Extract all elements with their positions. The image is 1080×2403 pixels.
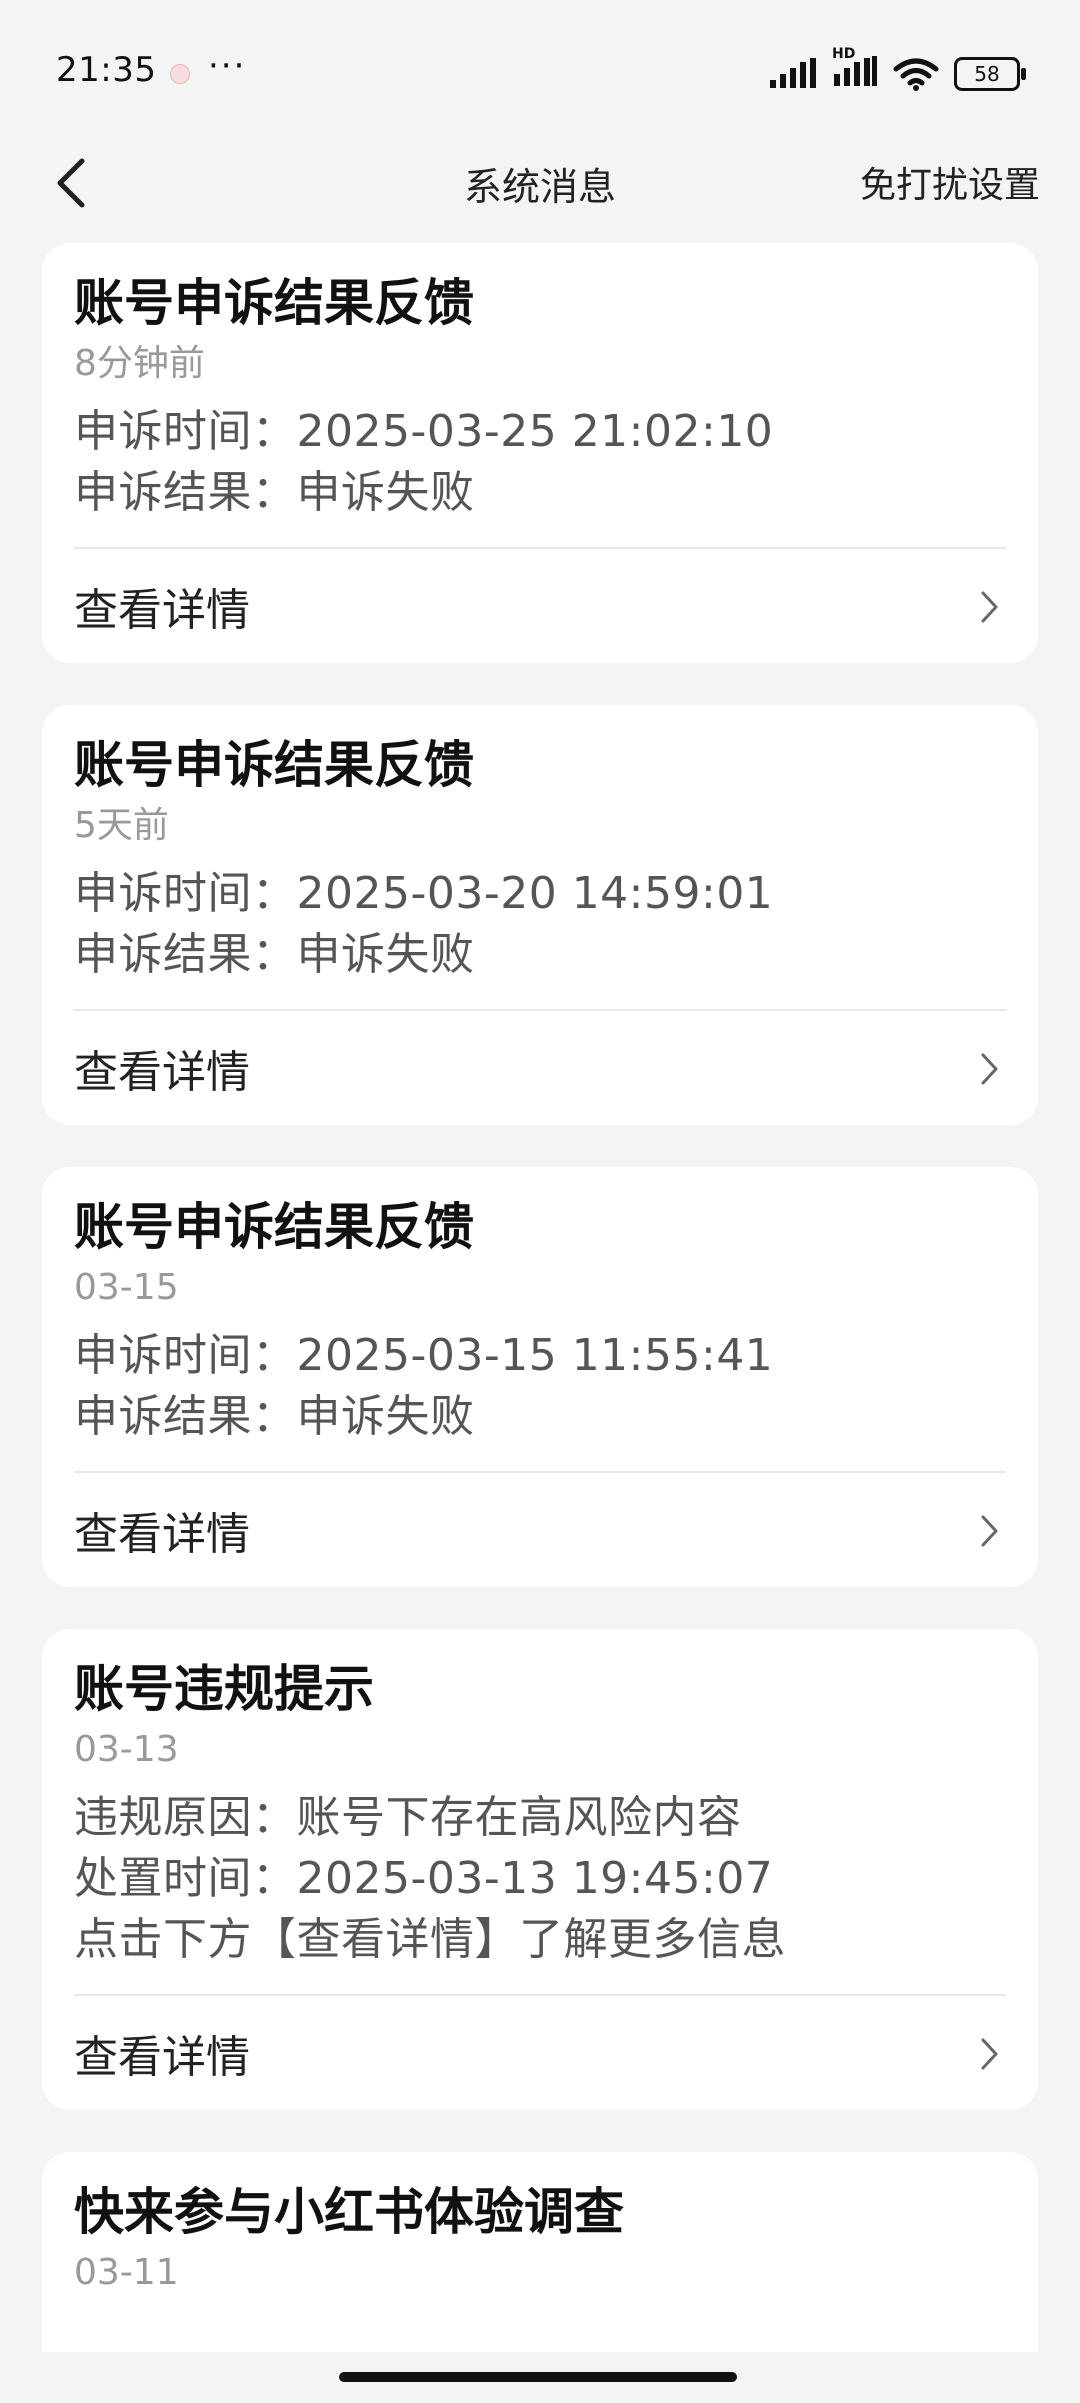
message-line: 处置时间：2025-03-13 19:45:07 — [74, 1853, 774, 1904]
message-time: 03-11 — [74, 2252, 179, 2293]
view-details-button[interactable]: 查看详情 — [42, 549, 1038, 663]
message-title: 账号申诉结果反馈 — [74, 274, 474, 332]
message-time: 5天前 — [74, 805, 169, 846]
signal-icon — [770, 58, 816, 88]
message-line: 申诉结果：申诉失败 — [74, 1391, 475, 1442]
battery-icon: 58 — [954, 57, 1026, 91]
view-details-button[interactable]: 查看详情 — [42, 1473, 1038, 1587]
message-card: 账号申诉结果反馈 5天前 申诉时间：2025-03-20 14:59:01 申诉… — [42, 705, 1038, 1125]
signal-hd-icon: HD — [832, 46, 878, 92]
chevron-right-icon — [981, 591, 998, 623]
status-time: 21:35 — [56, 50, 157, 90]
chevron-right-icon — [981, 2038, 998, 2070]
message-line: 申诉时间：2025-03-25 21:02:10 — [74, 406, 774, 457]
message-line: 申诉时间：2025-03-20 14:59:01 — [74, 868, 774, 919]
home-indicator[interactable] — [339, 2372, 737, 2382]
more-notifications-icon: ··· — [208, 46, 247, 86]
message-line: 申诉结果：申诉失败 — [74, 929, 475, 980]
message-card: 账号申诉结果反馈 03-15 申诉时间：2025-03-15 11:55:41 … — [42, 1167, 1038, 1587]
message-body: 申诉时间：2025-03-15 11:55:41 申诉结果：申诉失败 — [42, 1315, 1038, 1471]
message-body: 申诉时间：2025-03-25 21:02:10 申诉结果：申诉失败 — [42, 391, 1038, 547]
message-title: 快来参与小红书体验调查 — [74, 2183, 624, 2241]
message-line: 点击下方【查看详情】了解更多信息 — [74, 1914, 786, 1965]
signal-hd-label: HD — [832, 46, 856, 62]
view-details-button[interactable]: 查看详情 — [42, 1011, 1038, 1125]
chevron-right-icon — [981, 1515, 998, 1547]
message-time: 03-15 — [74, 1267, 179, 1308]
wifi-icon — [893, 58, 939, 91]
message-line: 申诉时间：2025-03-15 11:55:41 — [74, 1330, 774, 1381]
message-card[interactable]: 快来参与小红书体验调查 03-11 — [42, 2152, 1038, 2352]
nav-bar: 系统消息 免打扰设置 — [0, 130, 1080, 240]
message-card: 账号申诉结果反馈 8分钟前 申诉时间：2025-03-25 21:02:10 申… — [42, 243, 1038, 663]
message-list: 账号申诉结果反馈 8分钟前 申诉时间：2025-03-25 21:02:10 申… — [42, 243, 1038, 2394]
view-details-label: 查看详情 — [74, 2032, 250, 2083]
message-line: 申诉结果：申诉失败 — [74, 467, 475, 518]
message-time: 8分钟前 — [74, 343, 205, 384]
view-details-label: 查看详情 — [74, 585, 250, 636]
message-card: 账号违规提示 03-13 违规原因：账号下存在高风险内容 处置时间：2025-0… — [42, 1629, 1038, 2110]
notification-icon — [170, 64, 190, 84]
chevron-right-icon — [981, 1053, 998, 1085]
message-body: 申诉时间：2025-03-20 14:59:01 申诉结果：申诉失败 — [42, 853, 1038, 1009]
view-details-label: 查看详情 — [74, 1509, 250, 1560]
message-title: 账号申诉结果反馈 — [74, 1198, 474, 1256]
message-title: 账号申诉结果反馈 — [74, 736, 474, 794]
message-title: 账号违规提示 — [74, 1660, 374, 1718]
message-time: 03-13 — [74, 1729, 179, 1770]
view-details-label: 查看详情 — [74, 1047, 250, 1098]
view-details-button[interactable]: 查看详情 — [42, 1996, 1038, 2110]
status-icons: HD 58 — [768, 46, 1026, 92]
message-line: 违规原因：账号下存在高风险内容 — [74, 1792, 742, 1843]
message-body: 违规原因：账号下存在高风险内容 处置时间：2025-03-13 19:45:07… — [42, 1777, 1038, 1994]
do-not-disturb-settings-button[interactable]: 免打扰设置 — [860, 156, 1040, 208]
status-bar: 21:35 ··· HD 58 — [0, 0, 1080, 130]
